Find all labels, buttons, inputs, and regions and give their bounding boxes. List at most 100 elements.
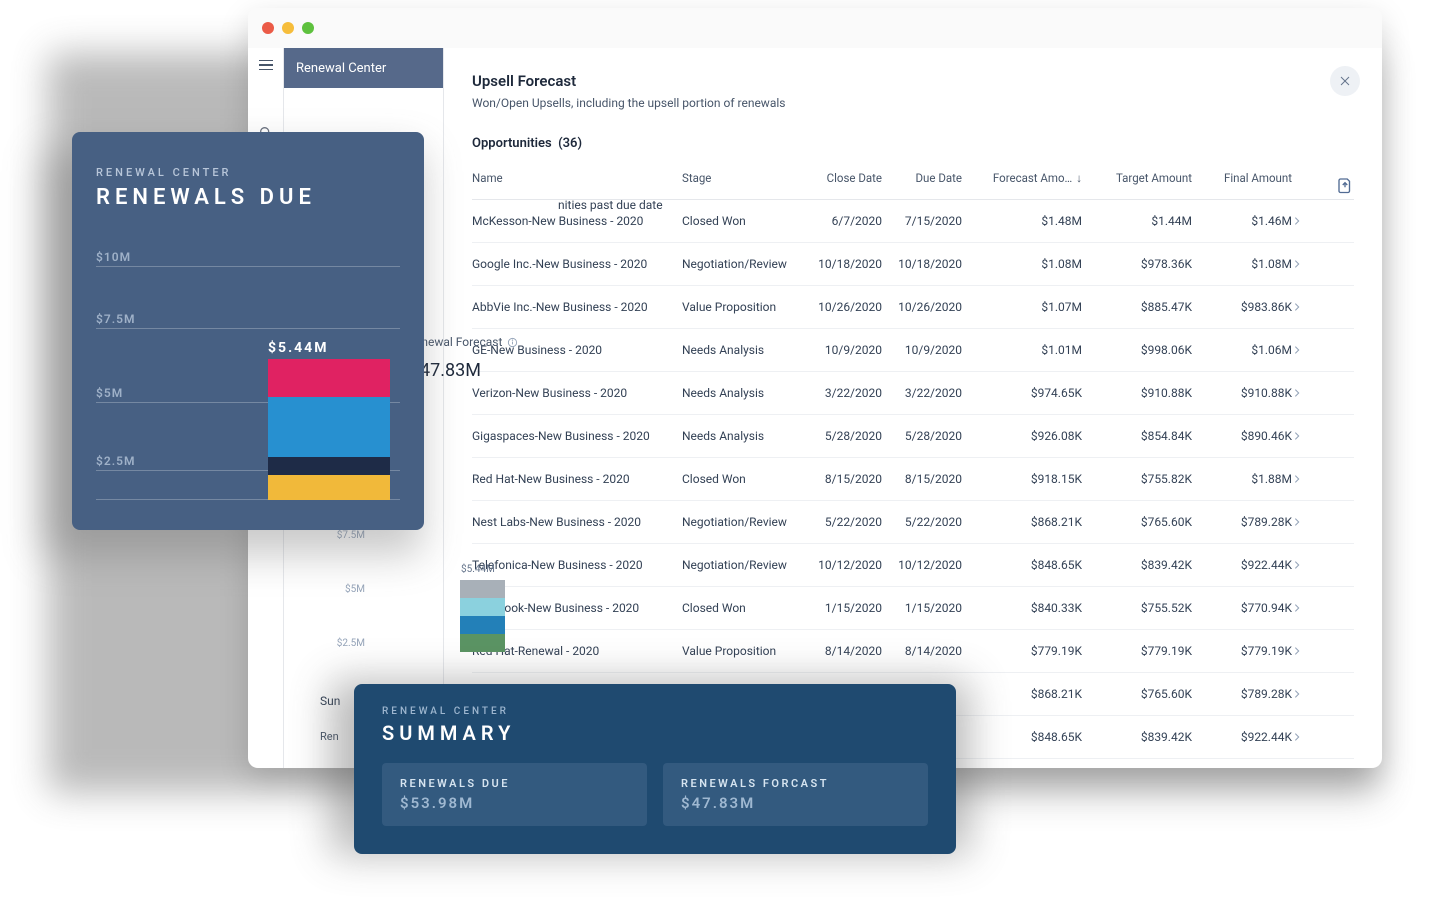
cell-due-date: 8/14/2020 <box>882 644 962 658</box>
table-row[interactable]: Facebook-New Business - 2020Closed Won1/… <box>472 587 1354 630</box>
cell-forecast: $848.65K <box>962 730 1082 744</box>
cell-name: AbbVie Inc.-New Business - 2020 <box>472 300 682 314</box>
cell-stage: Closed Won <box>682 472 802 486</box>
col-name[interactable]: Name <box>472 171 682 185</box>
cell-target: $765.60K <box>1082 515 1192 529</box>
cell-target: $910.88K <box>1082 386 1192 400</box>
chevron-right-icon[interactable] <box>1292 560 1316 570</box>
chevron-right-icon[interactable] <box>1292 689 1316 699</box>
chart-tick: $10M <box>96 250 131 264</box>
chevron-right-icon[interactable] <box>1292 646 1316 656</box>
table-row[interactable]: AbbVie Inc.-New Business - 2020Value Pro… <box>472 286 1354 329</box>
cell-name: Google Inc.-New Business - 2020 <box>472 257 682 271</box>
col-due-date[interactable]: Due Date <box>882 171 962 185</box>
chevron-right-icon[interactable] <box>1292 431 1316 441</box>
hamburger-menu-icon[interactable] <box>257 56 275 74</box>
cell-due-date: 10/18/2020 <box>882 257 962 271</box>
cell-due-date: 10/26/2020 <box>882 300 962 314</box>
table-row[interactable]: Verizon-New Business - 2020Needs Analysi… <box>472 372 1354 415</box>
table-row[interactable]: Red Hat-New Business - 2020Closed Won8/1… <box>472 458 1354 501</box>
window-close-dot[interactable] <box>262 22 274 34</box>
summary-box-renewals-forecast[interactable]: RENEWALS FORCAST $47.83M <box>663 763 928 826</box>
cell-close-date: 6/7/2020 <box>802 214 882 228</box>
cell-final: $1.08M <box>1192 257 1292 271</box>
window-titlebar <box>248 8 1382 48</box>
table-row[interactable]: Telefonica-New Business - 2020Negotiatio… <box>472 544 1354 587</box>
summary-box-value: $47.83M <box>681 794 910 812</box>
summary-box-label: RENEWALS FORCAST <box>681 777 910 790</box>
col-final-amount[interactable]: Final Amount <box>1192 171 1292 185</box>
close-panel-button[interactable] <box>1330 66 1360 96</box>
col-target-amount[interactable]: Target Amount <box>1082 171 1192 185</box>
col-stage[interactable]: Stage <box>682 171 802 185</box>
renewal-forecast-label-fragment: enewal Forecast <box>415 335 518 349</box>
cell-target: $1.44M <box>1082 214 1192 228</box>
card-pretitle: RENEWAL CENTER <box>96 166 400 179</box>
cell-forecast: $1.08M <box>962 257 1082 271</box>
cell-close-date: 1/15/2020 <box>802 601 882 615</box>
opportunities-header: Opportunities (36) <box>472 136 1354 151</box>
col-close-date[interactable]: Close Date <box>802 171 882 185</box>
chevron-right-icon[interactable] <box>1292 388 1316 398</box>
cell-due-date: 5/28/2020 <box>882 429 962 443</box>
table-row[interactable]: Red Hat-Renewal - 2020Value Proposition8… <box>472 630 1354 673</box>
table-row[interactable]: GE-New Business - 2020Needs Analysis10/9… <box>472 329 1354 372</box>
cell-target: $839.42K <box>1082 558 1192 572</box>
cell-close-date: 10/12/2020 <box>802 558 882 572</box>
cell-forecast: $1.07M <box>962 300 1082 314</box>
chevron-right-icon[interactable] <box>1292 302 1316 312</box>
cell-final: $1.88M <box>1192 472 1292 486</box>
hidden-text-fragment: nities past due date <box>558 198 778 220</box>
chevron-right-icon[interactable] <box>1292 603 1316 613</box>
cell-stage: Closed Won <box>682 601 802 615</box>
opportunities-count: (36) <box>558 136 582 151</box>
cell-final: $1.46M <box>1192 214 1292 228</box>
chevron-right-icon[interactable] <box>1292 517 1316 527</box>
info-icon <box>507 337 518 348</box>
summary-box-renewals-due[interactable]: RENEWALS DUE $53.98M <box>382 763 647 826</box>
cell-stage: Negotiation/Review <box>682 558 802 572</box>
mini-chart-value-label: $5.44M <box>461 564 495 575</box>
cell-forecast: $974.65K <box>962 386 1082 400</box>
chart-tick: $7.5M <box>96 312 135 326</box>
cell-stage: Negotiation/Review <box>682 257 802 271</box>
export-icon[interactable] <box>1336 176 1354 194</box>
cell-forecast: $868.21K <box>962 687 1082 701</box>
mini-chart-bars <box>460 580 505 652</box>
chart-tick: $2.5M <box>96 454 135 468</box>
table-row[interactable]: Gigaspaces-New Business - 2020Needs Anal… <box>472 415 1354 458</box>
table-row[interactable]: Nest Labs-New Business - 2020Negotiation… <box>472 501 1354 544</box>
sidebar-tab-renewal-center[interactable]: Renewal Center <box>284 48 443 88</box>
window-zoom-dot[interactable] <box>302 22 314 34</box>
mini-tick: $5M <box>320 584 365 595</box>
chevron-right-icon[interactable] <box>1292 216 1316 226</box>
cell-target: $839.42K <box>1082 730 1192 744</box>
chevron-right-icon[interactable] <box>1292 732 1316 742</box>
cell-due-date: 10/9/2020 <box>882 343 962 357</box>
cell-target: $998.06K <box>1082 343 1192 357</box>
summary-pretitle: RENEWAL CENTER <box>382 706 928 717</box>
cell-stage: Value Proposition <box>682 300 802 314</box>
window-minimize-dot[interactable] <box>282 22 294 34</box>
chevron-right-icon[interactable] <box>1292 345 1316 355</box>
table-row[interactable]: Google Inc.-New Business - 2020Negotiati… <box>472 243 1354 286</box>
mini-tick: $2.5M <box>320 638 365 649</box>
opportunities-table: Name Stage Close Date Due Date Forecast … <box>472 161 1354 759</box>
chevron-right-icon[interactable] <box>1292 259 1316 269</box>
chart-tick: $5M <box>96 386 123 400</box>
chevron-right-icon[interactable] <box>1292 474 1316 484</box>
cell-final: $789.28K <box>1192 687 1292 701</box>
cell-stage: Value Proposition <box>682 644 802 658</box>
cell-due-date: 1/15/2020 <box>882 601 962 615</box>
cell-target: $755.82K <box>1082 472 1192 486</box>
cell-due-date: 10/12/2020 <box>882 558 962 572</box>
panel-title: Upsell Forecast <box>472 72 1354 90</box>
cell-final: $922.44K <box>1192 730 1292 744</box>
cell-close-date: 5/22/2020 <box>802 515 882 529</box>
cell-close-date: 5/28/2020 <box>802 429 882 443</box>
summary-box-label: RENEWALS DUE <box>400 777 629 790</box>
cell-forecast: $918.15K <box>962 472 1082 486</box>
cell-close-date: 10/18/2020 <box>802 257 882 271</box>
panel-subtitle: Won/Open Upsells, including the upsell p… <box>472 96 1354 110</box>
col-forecast-amount[interactable]: Forecast Amo…↓ <box>962 171 1082 185</box>
